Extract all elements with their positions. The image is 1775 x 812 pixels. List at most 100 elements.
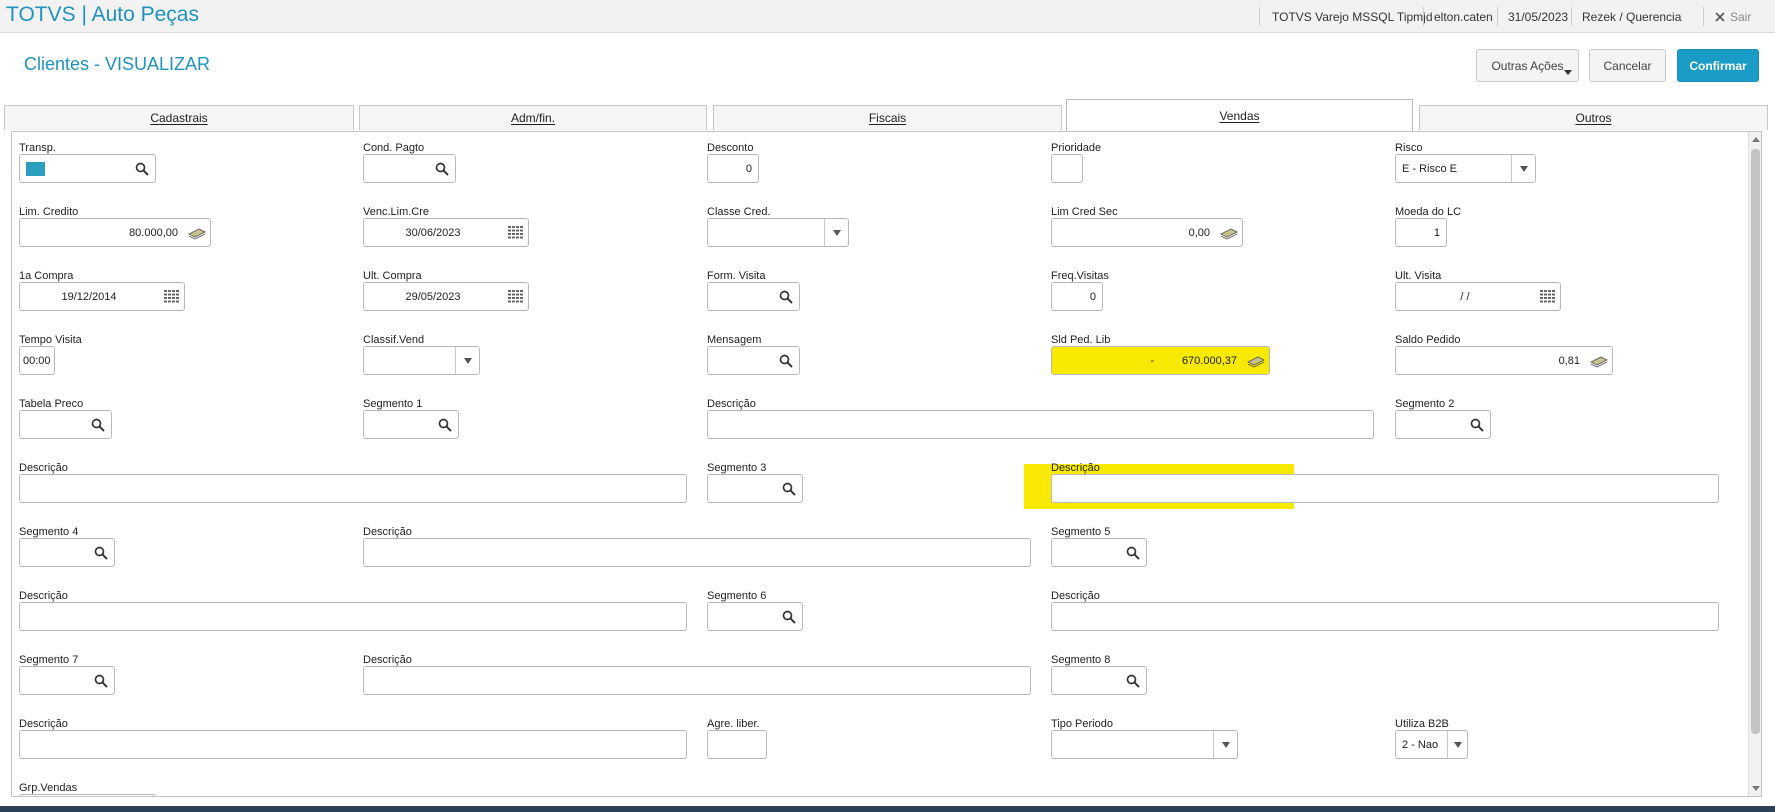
- transp-field[interactable]: [19, 154, 156, 183]
- primeira-compra-field[interactable]: 19/12/2014: [19, 282, 185, 311]
- dropdown-arrow-icon[interactable]: [455, 347, 479, 374]
- tab-label: Vendas: [1219, 108, 1260, 123]
- search-icon[interactable]: [1464, 411, 1490, 438]
- user-label: elton.caten: [1434, 9, 1493, 24]
- mensagem-field[interactable]: [707, 346, 800, 375]
- freq-visitas-value: 0: [1089, 290, 1096, 303]
- descricao-6-label: Descrição: [1051, 590, 1100, 602]
- ult-compra-label: Ult. Compra: [363, 270, 422, 282]
- scroll-down-arrow-icon[interactable]: [1752, 786, 1760, 791]
- search-icon[interactable]: [88, 667, 114, 694]
- search-icon[interactable]: [432, 411, 458, 438]
- descricao-3-field[interactable]: [1051, 474, 1719, 503]
- search-icon[interactable]: [773, 347, 799, 374]
- prioridade-field[interactable]: [1051, 154, 1083, 183]
- utiliza-b2b-value: 2 - Nao: [1402, 738, 1439, 751]
- dropdown-arrow-icon[interactable]: [1511, 155, 1535, 182]
- search-icon[interactable]: [773, 283, 799, 310]
- segmento-2-field[interactable]: [1395, 410, 1491, 439]
- descricao-1-field[interactable]: [707, 410, 1374, 439]
- segmento-4-field[interactable]: [19, 538, 115, 567]
- grp-vendas-field[interactable]: [19, 794, 156, 796]
- exit-button[interactable]: Sair: [1715, 0, 1751, 33]
- classif-vend-select[interactable]: [363, 346, 480, 375]
- search-icon[interactable]: [129, 155, 155, 182]
- descricao-8-field[interactable]: [19, 730, 687, 759]
- freq-visitas-field[interactable]: 0: [1051, 282, 1103, 311]
- segmento-8-label: Segmento 8: [1051, 654, 1111, 666]
- confirm-button[interactable]: Confirmar: [1677, 49, 1759, 82]
- lim-credito-value: 80.000,00: [129, 226, 178, 239]
- lim-credito-field[interactable]: 80.000,00: [19, 218, 211, 247]
- moeda-lc-field[interactable]: 1: [1395, 218, 1447, 247]
- classe-cred-select[interactable]: [707, 218, 849, 247]
- sld-ped-lib-label: Sld Ped. Lib: [1051, 334, 1111, 346]
- ult-visita-field[interactable]: / /: [1395, 282, 1561, 311]
- segmento-8-field[interactable]: [1051, 666, 1147, 695]
- more-actions-button[interactable]: Outras Ações: [1476, 49, 1579, 82]
- chevron-down-icon: [1564, 70, 1572, 75]
- vertical-scrollbar[interactable]: [1748, 132, 1761, 796]
- calendar-icon[interactable]: [1534, 283, 1560, 310]
- descricao-5-field[interactable]: [19, 602, 687, 631]
- search-icon[interactable]: [1120, 667, 1146, 694]
- segmento-7-field[interactable]: [19, 666, 115, 695]
- tab-cadastrais[interactable]: Cadastrais: [4, 105, 354, 130]
- desconto-field[interactable]: 0: [707, 154, 759, 183]
- agre-liber-label: Agre. liber.: [707, 718, 760, 730]
- desconto-label: Desconto: [707, 142, 754, 154]
- dropdown-arrow-icon[interactable]: [1447, 731, 1467, 758]
- tab-adm-fin[interactable]: Adm/fin.: [359, 105, 707, 130]
- sld-ped-lib-field[interactable]: - 670.000,37: [1051, 346, 1270, 375]
- tabela-preco-label: Tabela Preco: [19, 398, 84, 410]
- scrollbar-thumb[interactable]: [1751, 149, 1760, 734]
- agre-liber-field[interactable]: [707, 730, 767, 759]
- tab-label: Fiscais: [868, 111, 907, 125]
- form-visita-field[interactable]: [707, 282, 800, 311]
- segmento-2-label: Segmento 2: [1395, 398, 1455, 410]
- segmento-3-label: Segmento 3: [707, 462, 767, 474]
- tipo-periodo-select[interactable]: [1051, 730, 1238, 759]
- calendar-icon[interactable]: [158, 283, 184, 310]
- ult-compra-field[interactable]: 29/05/2023: [363, 282, 529, 311]
- dropdown-arrow-icon[interactable]: [1213, 731, 1237, 758]
- lim-cred-sec-field[interactable]: 0,00: [1051, 218, 1243, 247]
- segmento-3-field[interactable]: [707, 474, 803, 503]
- tabela-preco-field[interactable]: [19, 410, 112, 439]
- search-icon[interactable]: [85, 411, 111, 438]
- calendar-icon[interactable]: [502, 283, 528, 310]
- close-icon: [1715, 11, 1725, 22]
- tab-fiscais[interactable]: Fiscais: [713, 105, 1062, 130]
- descricao-7-field[interactable]: [363, 666, 1031, 695]
- descricao-4-field[interactable]: [363, 538, 1031, 567]
- lim-credito-label: Lim. Credito: [19, 206, 79, 218]
- moeda-lc-label: Moeda do LC: [1395, 206, 1462, 218]
- search-icon[interactable]: [776, 603, 802, 630]
- cond-pagto-field[interactable]: [363, 154, 456, 183]
- utiliza-b2b-select[interactable]: 2 - Nao: [1395, 730, 1468, 759]
- search-icon[interactable]: [1120, 539, 1146, 566]
- saldo-pedido-field[interactable]: 0,81: [1395, 346, 1613, 375]
- descricao-6-field[interactable]: [1051, 602, 1719, 631]
- dropdown-arrow-icon[interactable]: [824, 219, 848, 246]
- risco-select[interactable]: E - Risco E: [1395, 154, 1536, 183]
- divider: [1571, 7, 1572, 26]
- tab-label: Outros: [1575, 111, 1612, 125]
- segmento-6-field[interactable]: [707, 602, 803, 631]
- search-icon[interactable]: [88, 539, 114, 566]
- venc-lim-cre-field[interactable]: 30/06/2023: [363, 218, 529, 247]
- search-icon[interactable]: [776, 475, 802, 502]
- descricao-2-field[interactable]: [19, 474, 687, 503]
- scroll-up-arrow-icon[interactable]: [1752, 137, 1760, 142]
- tempo-visita-field[interactable]: 00:00: [19, 346, 55, 375]
- search-icon[interactable]: [429, 155, 455, 182]
- segmento-7-label: Segmento 7: [19, 654, 79, 666]
- cancel-button[interactable]: Cancelar: [1589, 49, 1666, 82]
- money-icon: [1216, 219, 1242, 246]
- calendar-icon[interactable]: [502, 219, 528, 246]
- segmento-1-field[interactable]: [363, 410, 459, 439]
- tab-vendas[interactable]: Vendas: [1066, 99, 1413, 131]
- tab-outros[interactable]: Outros: [1419, 105, 1768, 130]
- segmento-5-field[interactable]: [1051, 538, 1147, 567]
- lim-cred-sec-label: Lim Cred Sec: [1051, 206, 1118, 218]
